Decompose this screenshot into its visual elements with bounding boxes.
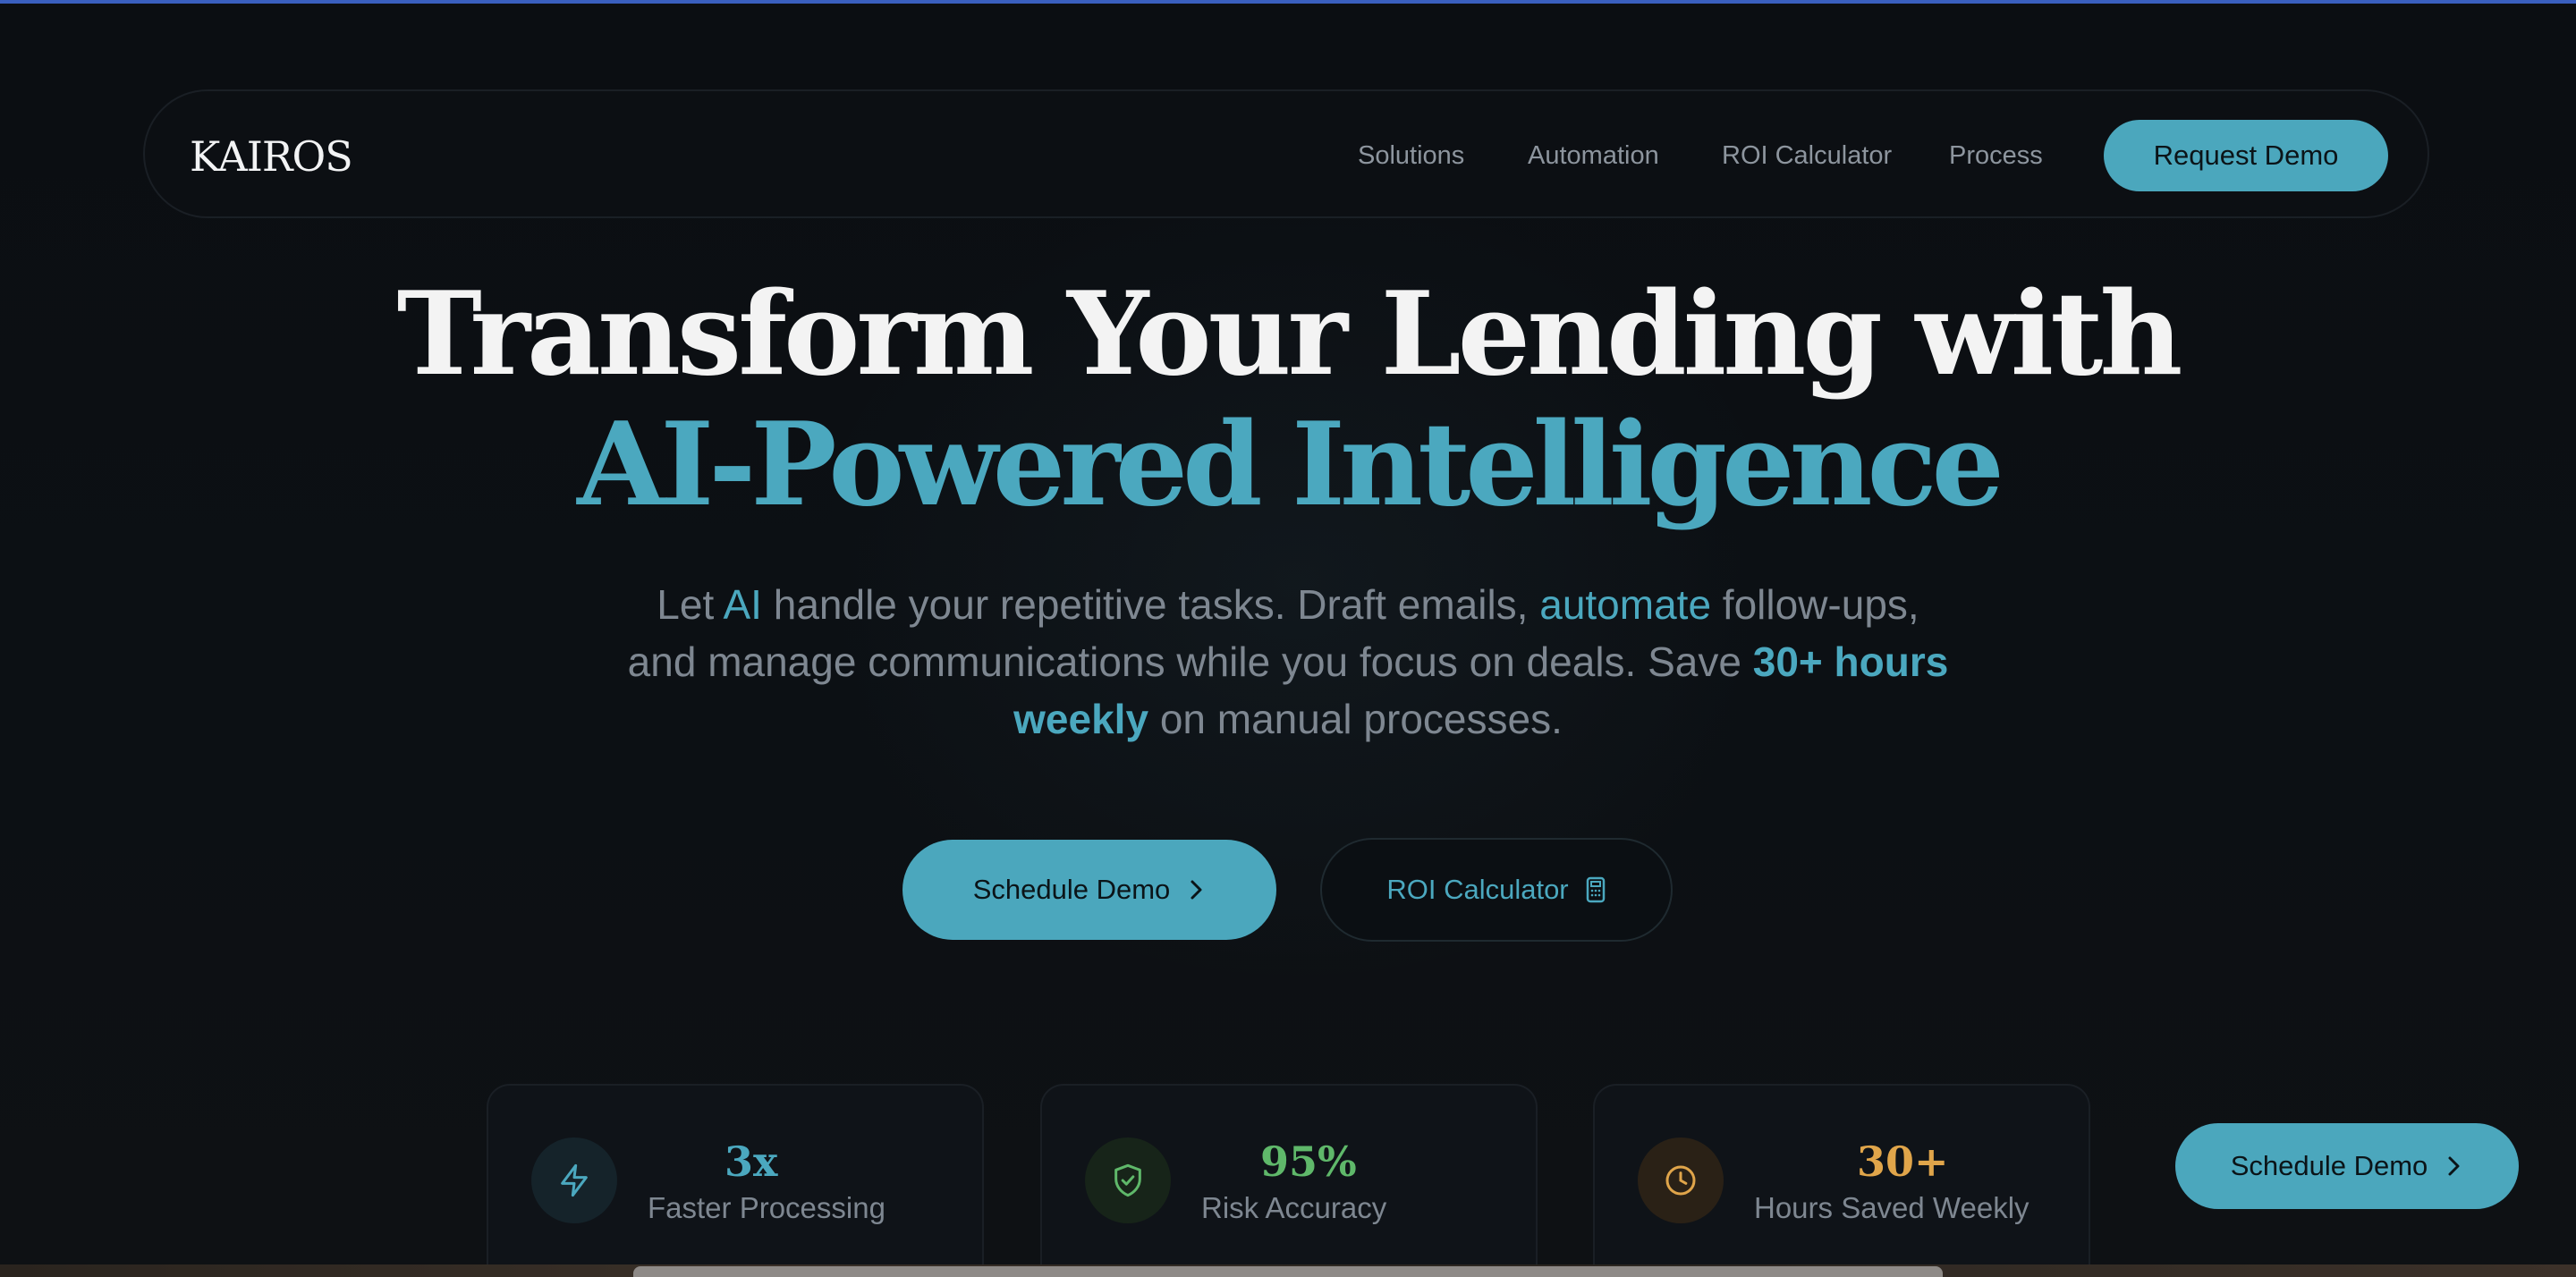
stat-value: 30+ bbox=[1857, 1137, 1949, 1186]
schedule-demo-button[interactable]: Schedule Demo bbox=[902, 840, 1276, 940]
subtitle-highlight-ai: AI bbox=[723, 581, 762, 628]
clock-icon bbox=[1638, 1137, 1724, 1223]
schedule-demo-label: Schedule Demo bbox=[972, 874, 1171, 905]
logo[interactable]: KAIROS bbox=[190, 132, 353, 181]
nav-link-automation[interactable]: Automation bbox=[1528, 141, 1659, 171]
stat-card-accuracy: 95% Risk Accuracy bbox=[1040, 1084, 1538, 1277]
hero-headline-line2: AI-Powered Intelligence bbox=[577, 398, 2004, 532]
landing-page: KAIROS Solutions Automation ROI Calculat… bbox=[0, 0, 2576, 1277]
lightning-icon bbox=[531, 1137, 617, 1223]
next-section-card-edge bbox=[633, 1266, 1943, 1277]
floating-schedule-demo-label: Schedule Demo bbox=[2230, 1150, 2428, 1181]
nav-link-roi-calculator[interactable]: ROI Calculator bbox=[1722, 141, 1892, 171]
stat-label: Faster Processing bbox=[648, 1191, 886, 1224]
request-demo-label: Request Demo bbox=[2153, 140, 2339, 171]
chevron-right-icon bbox=[1191, 880, 1202, 900]
subtitle-highlight-automate: automate bbox=[1539, 581, 1712, 628]
stat-value: 3x bbox=[724, 1137, 778, 1186]
roi-calculator-label: ROI Calculator bbox=[1386, 874, 1569, 905]
calculator-icon bbox=[1586, 876, 1605, 903]
navbar: KAIROS Solutions Automation ROI Calculat… bbox=[143, 89, 2429, 218]
stat-card-hours: 30+ Hours Saved Weekly bbox=[1593, 1084, 2090, 1277]
stat-label: Hours Saved Weekly bbox=[1754, 1191, 2029, 1224]
subtitle-text-2: handle your repetitive tasks. Draft emai… bbox=[761, 581, 1540, 628]
stat-value: 95% bbox=[1260, 1137, 1357, 1186]
shield-check-icon bbox=[1085, 1137, 1171, 1223]
hero-subtitle: Let AI handle your repetitive tasks. Dra… bbox=[617, 576, 1959, 748]
chevron-right-icon bbox=[2448, 1156, 2460, 1176]
subtitle-text-1: Let bbox=[657, 581, 724, 628]
stat-label: Risk Accuracy bbox=[1201, 1191, 1387, 1224]
floating-schedule-demo-button[interactable]: Schedule Demo bbox=[2175, 1123, 2519, 1209]
request-demo-button[interactable]: Request Demo bbox=[2104, 120, 2388, 191]
hero-headline-line1: Transform Your Lending with bbox=[396, 267, 2183, 402]
stat-card-processing: 3x Faster Processing bbox=[487, 1084, 984, 1277]
subtitle-text-4: on manual processes. bbox=[1148, 696, 1563, 742]
nav-link-process[interactable]: Process bbox=[1949, 141, 2043, 171]
browser-top-accent-line bbox=[0, 0, 2576, 4]
roi-calculator-button[interactable]: ROI Calculator bbox=[1320, 838, 1673, 942]
nav-link-solutions[interactable]: Solutions bbox=[1358, 141, 1464, 171]
